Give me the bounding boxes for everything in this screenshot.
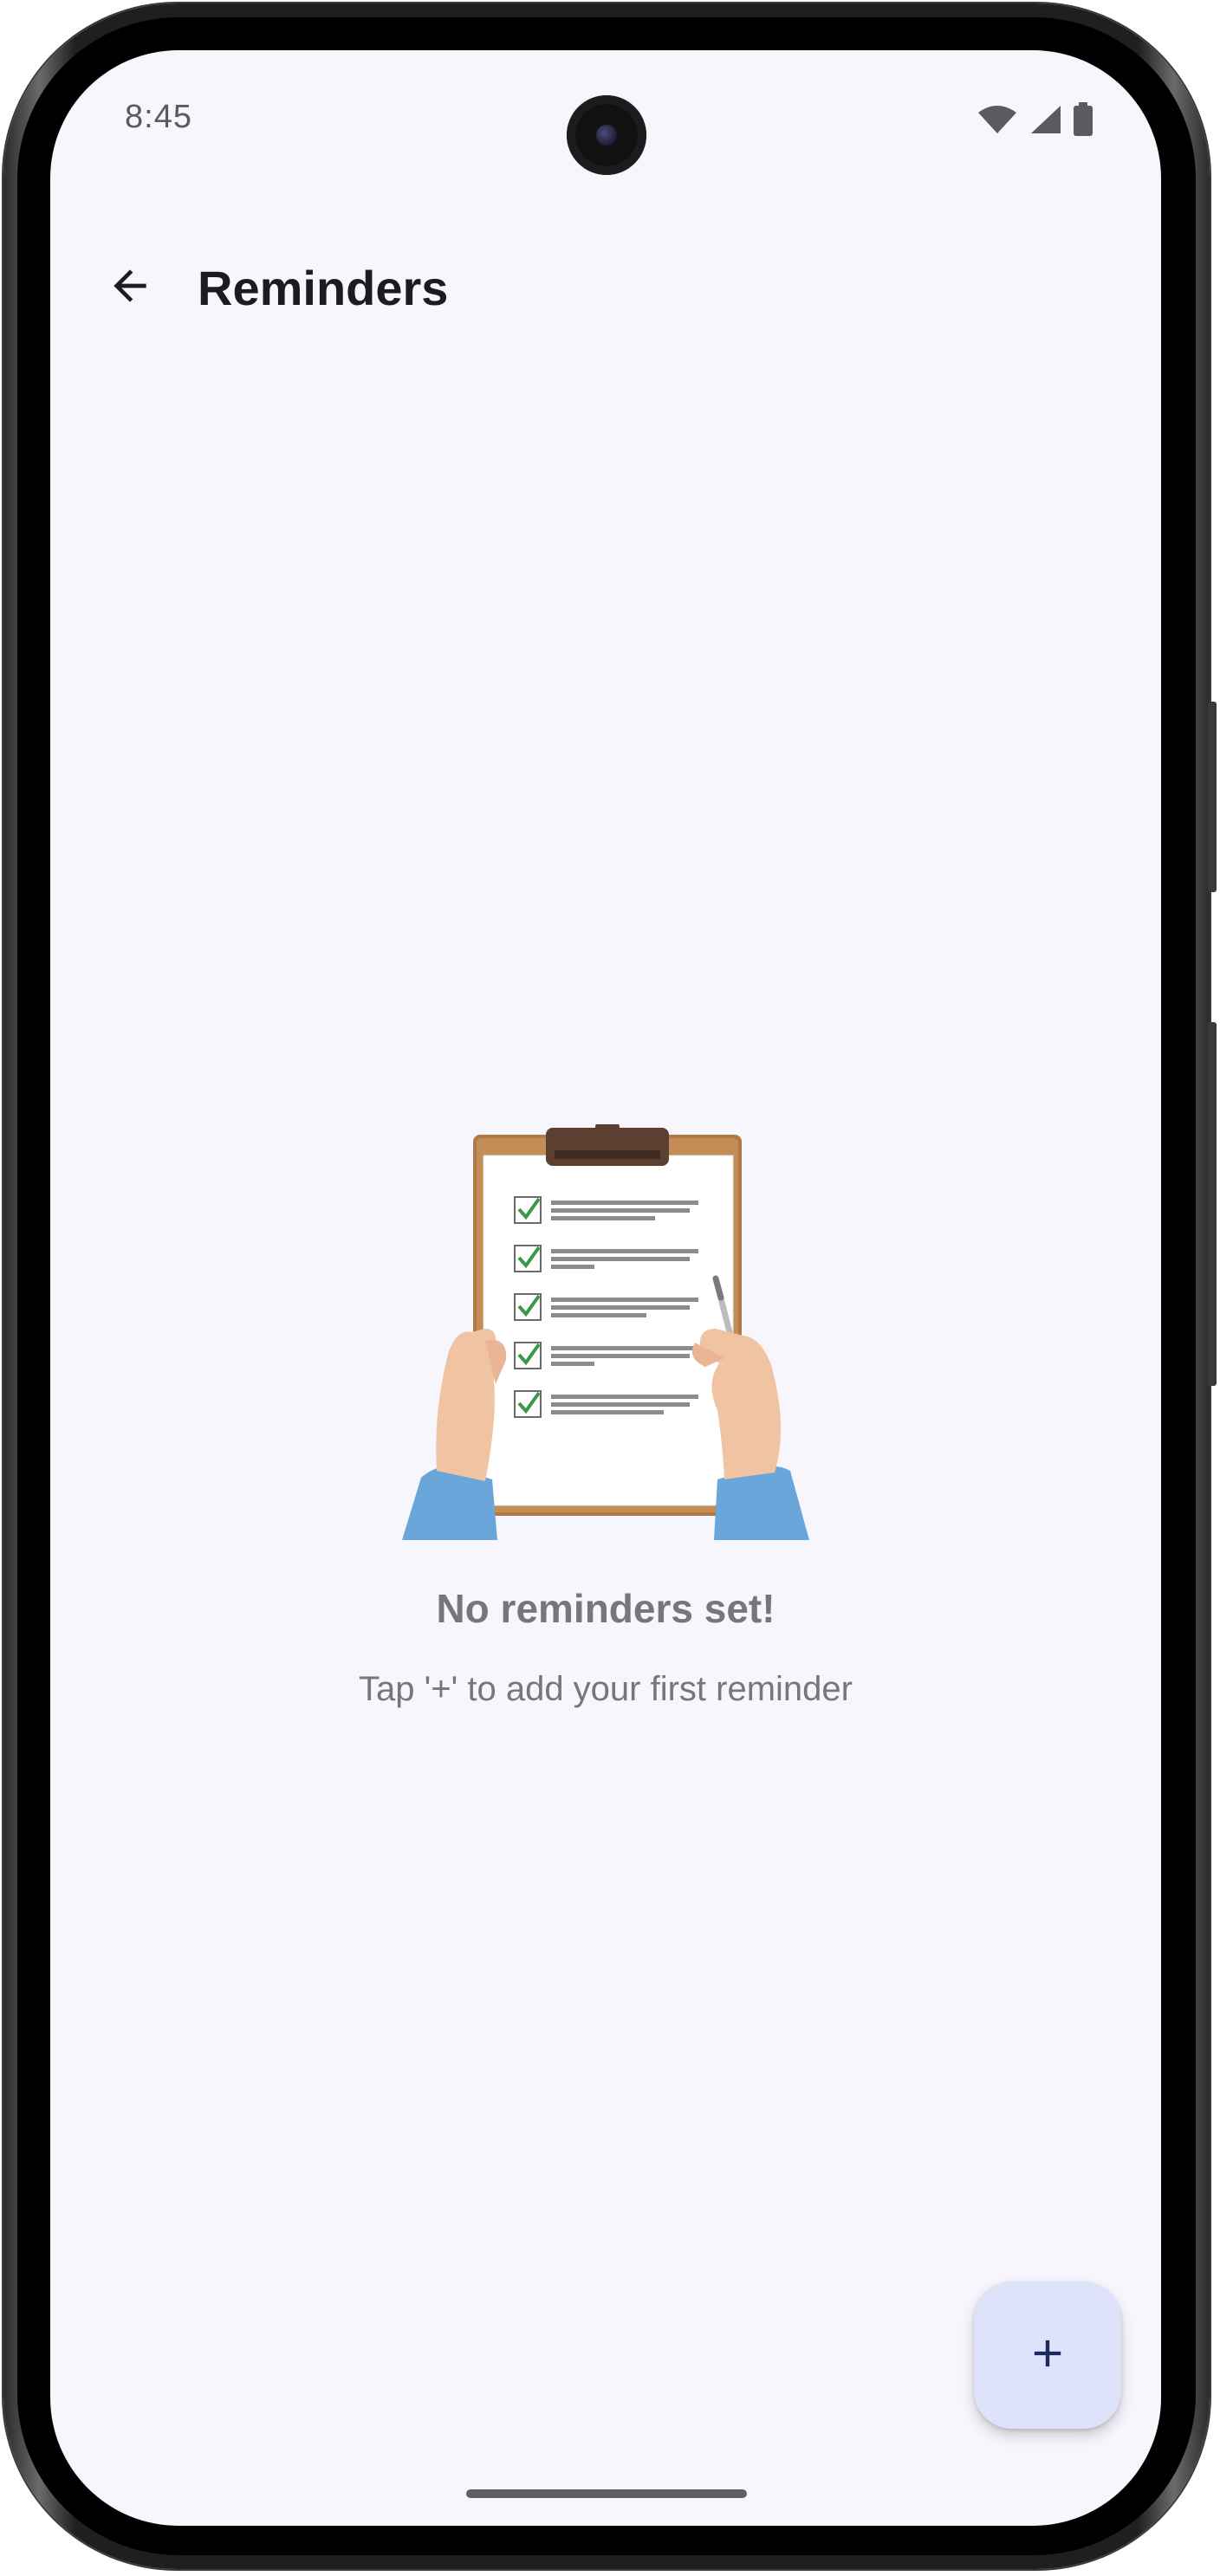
screen: 8:45 Reminders No reminders set! Tap '+'… (50, 50, 1161, 2526)
status-time: 8:45 (125, 99, 192, 135)
empty-state-title: No reminders set! (436, 1586, 775, 1631)
power-button (1208, 702, 1217, 892)
volume-button (1208, 1022, 1217, 1386)
battery-icon (1073, 102, 1093, 141)
back-button[interactable] (88, 246, 172, 329)
page-title: Reminders (198, 261, 449, 315)
wifi-icon (977, 104, 1017, 139)
front-camera (567, 95, 646, 175)
cell-signal-icon (1028, 104, 1062, 139)
clipboard-checklist-illustration (402, 1124, 809, 1540)
home-indicator[interactable] (466, 2489, 747, 2498)
add-reminder-fab[interactable] (974, 2282, 1121, 2429)
arrow-back-icon (106, 262, 154, 314)
status-bar: 8:45 (50, 50, 1161, 175)
top-app-bar: Reminders (50, 241, 1161, 336)
plus-icon (1025, 2331, 1070, 2380)
empty-state-subtitle: Tap '+' to add your first reminder (359, 1670, 853, 1708)
empty-state: No reminders set! Tap '+' to add your fi… (50, 1124, 1161, 1709)
status-icons (977, 102, 1093, 141)
